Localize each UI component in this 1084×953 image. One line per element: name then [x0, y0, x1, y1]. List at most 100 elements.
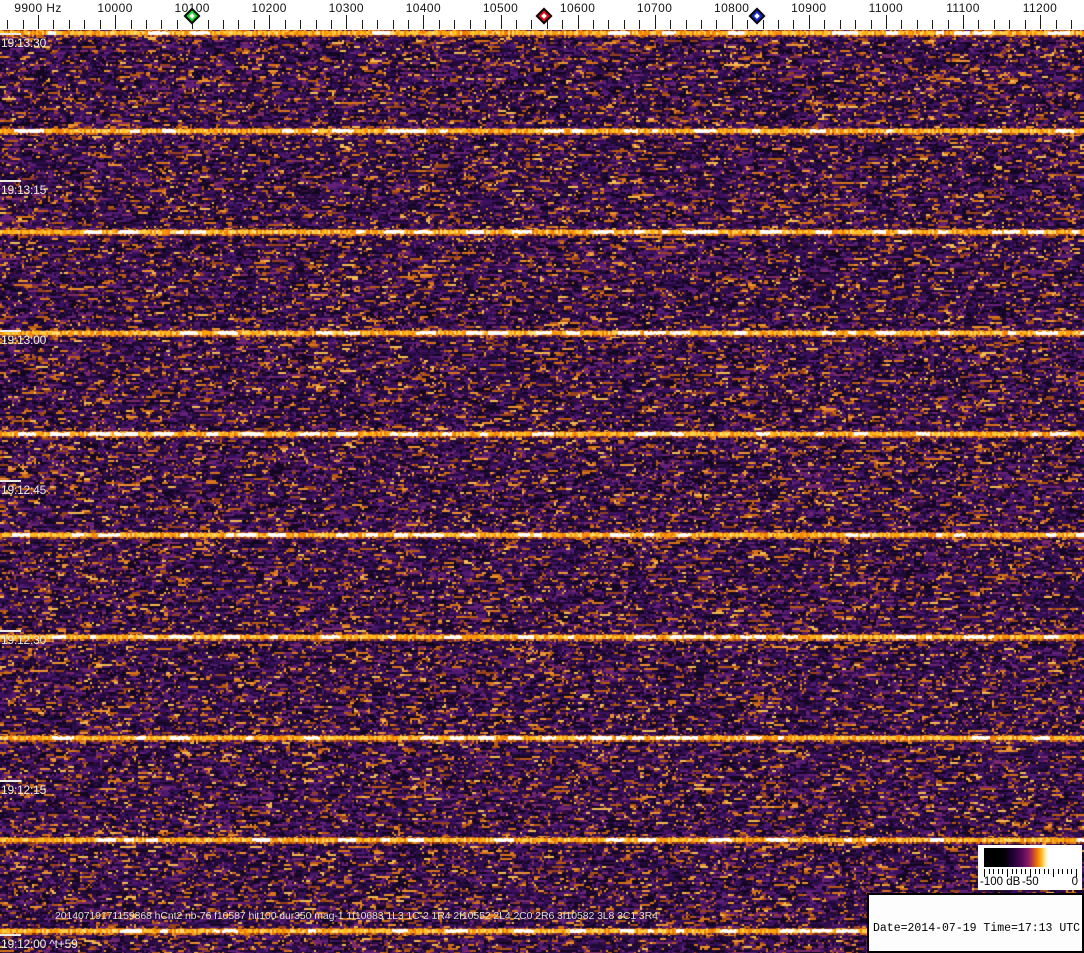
freq-minor-tick	[1009, 20, 1011, 29]
freq-label: 10200	[251, 1, 287, 15]
freq-minor-tick	[993, 20, 995, 29]
freq-minor-tick	[932, 20, 934, 29]
freq-major-tick	[115, 15, 117, 29]
freq-label: 10600	[559, 1, 596, 15]
db-tick	[1062, 869, 1064, 874]
freq-minor-tick	[1055, 20, 1057, 29]
freq-minor-tick	[747, 20, 749, 29]
freq-minor-tick	[778, 20, 779, 29]
freq-minor-tick	[700, 20, 702, 29]
db-tick	[1048, 869, 1050, 874]
freq-minor-tick	[253, 20, 255, 29]
freq-minor-tick	[238, 20, 240, 29]
freq-minor-tick	[145, 20, 147, 29]
freq-minor-tick	[53, 20, 55, 29]
db-color-scale: -100 dB -50 0	[978, 845, 1082, 890]
freq-minor-tick	[84, 20, 86, 29]
freq-major-tick	[269, 15, 271, 29]
db-tick	[1057, 869, 1059, 874]
freq-minor-tick	[978, 20, 980, 29]
freq-label: 10800	[714, 1, 750, 15]
freq-minor-tick	[99, 20, 101, 29]
freq-minor-tick	[762, 20, 764, 29]
info-line-date: Date=2014-07-19 Time=17:13 UTC	[873, 922, 1081, 935]
freq-minor-tick	[7, 20, 9, 29]
freq-minor-tick	[593, 20, 594, 29]
db-tick	[1034, 869, 1036, 874]
freq-major-tick	[654, 15, 656, 29]
db-label-min: -100 dB	[980, 876, 1021, 888]
freq-label: 11000	[868, 1, 904, 15]
freq-minor-tick	[176, 20, 178, 29]
freq-minor-tick	[824, 20, 826, 29]
db-tick	[1039, 869, 1041, 874]
freq-minor-tick	[284, 20, 286, 29]
db-label-max: 0	[1071, 876, 1078, 888]
db-tick	[1071, 869, 1073, 874]
freq-minor-tick	[377, 20, 379, 29]
db-gradient-bar	[984, 848, 1076, 867]
freq-label: 10300	[328, 1, 364, 15]
freq-minor-tick	[901, 20, 903, 29]
freq-minor-tick	[839, 20, 841, 29]
freq-minor-tick	[361, 20, 363, 29]
db-tick	[997, 869, 999, 874]
freq-major-tick	[808, 15, 810, 29]
freq-minor-tick	[639, 20, 641, 29]
db-scale-labels: -100 dB -50 0	[978, 876, 1082, 890]
db-tick	[1020, 869, 1022, 874]
freq-minor-tick	[315, 20, 317, 29]
freq-minor-tick	[469, 20, 471, 29]
freq-minor-tick	[130, 20, 132, 29]
freq-minor-tick	[300, 20, 302, 29]
freq-minor-tick	[531, 20, 533, 29]
freq-minor-tick	[623, 20, 625, 29]
db-tick	[1011, 869, 1013, 874]
freq-minor-tick	[793, 20, 795, 29]
freq-major-tick	[500, 15, 502, 29]
db-tick	[993, 869, 995, 874]
freq-label: 10000	[97, 1, 133, 15]
freq-minor-tick	[608, 20, 610, 29]
freq-minor-tick	[515, 20, 517, 29]
observation-info-box: Date=2014-07-19 Time=17:13 UTC Freq=143 …	[867, 893, 1084, 953]
freq-major-tick	[1040, 15, 1041, 29]
spectrogram-app-window: 9900 Hz100001010010200103001040010500106…	[0, 0, 1084, 953]
freq-minor-tick	[947, 20, 949, 29]
freq-label: 10700	[636, 1, 673, 15]
freq-minor-tick	[670, 20, 672, 29]
freq-major-tick	[423, 15, 425, 29]
freq-major-tick	[346, 15, 348, 29]
freq-minor-tick	[207, 20, 209, 29]
freq-minor-tick	[1024, 20, 1026, 29]
db-tick	[1025, 869, 1027, 874]
freq-minor-tick	[716, 20, 718, 29]
freq-minor-tick	[223, 20, 224, 29]
freq-minor-tick	[161, 20, 163, 29]
freq-label: 11100	[946, 1, 980, 15]
freq-label: 11200	[1022, 1, 1058, 15]
db-tick	[1066, 869, 1068, 874]
freq-minor-tick	[685, 20, 687, 29]
red-diamond-marker[interactable]	[535, 7, 553, 25]
freq-label: 9900 Hz	[14, 1, 62, 15]
freq-label: 10400	[405, 1, 442, 15]
freq-minor-tick	[22, 20, 24, 29]
db-tick	[988, 869, 990, 874]
freq-minor-tick	[392, 20, 394, 29]
freq-minor-tick	[1070, 20, 1072, 29]
db-tick	[1043, 869, 1045, 874]
freq-minor-tick	[562, 20, 564, 29]
freq-minor-tick	[855, 20, 856, 29]
freq-minor-tick	[330, 20, 332, 29]
waterfall-spectrogram[interactable]	[0, 30, 1084, 953]
freq-major-tick	[731, 15, 733, 29]
freq-major-tick	[885, 15, 887, 29]
frequency-ruler: 9900 Hz100001010010200103001040010500106…	[0, 0, 1084, 30]
freq-minor-tick	[454, 20, 456, 29]
freq-minor-tick	[68, 20, 70, 29]
freq-minor-tick	[485, 20, 487, 29]
db-label-mid: -50	[1022, 876, 1039, 888]
db-tick	[1002, 869, 1004, 874]
freq-label: 10500	[482, 1, 519, 15]
